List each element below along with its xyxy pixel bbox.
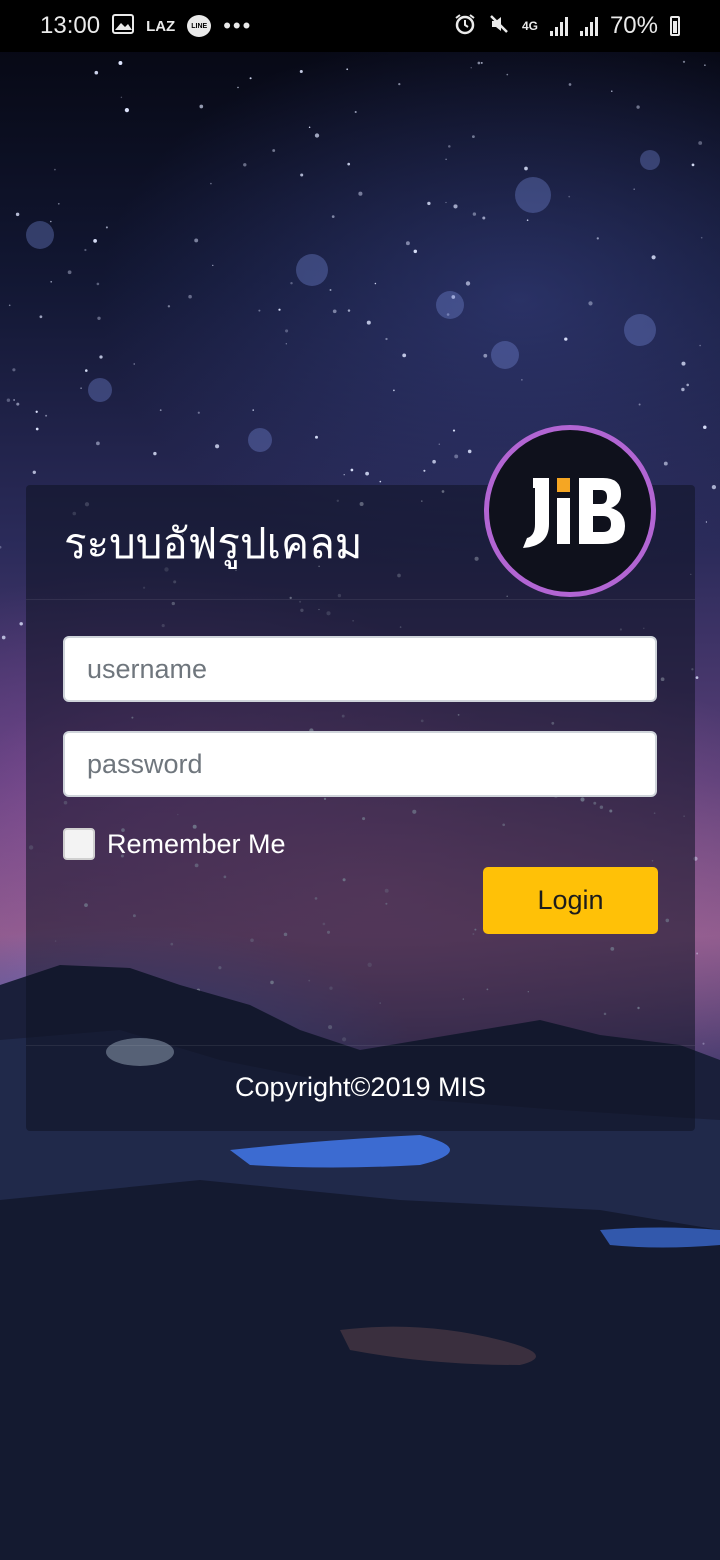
line-icon-label: LINE: [191, 22, 208, 30]
username-input[interactable]: [63, 636, 657, 702]
signal-strength-icon-2: [579, 16, 598, 36]
status-time: 13:00: [40, 12, 101, 39]
image-icon: [112, 13, 135, 39]
login-screen: 13:00 LAZ LINE ••• 4G 70% ระบบอัฟรูปเคลม…: [0, 0, 720, 1560]
remember-me-checkbox[interactable]: [63, 828, 95, 860]
status-left: 13:00 LAZ LINE •••: [40, 12, 252, 40]
alarm-icon: [454, 13, 476, 40]
battery-icon: [670, 16, 680, 36]
remember-me-label[interactable]: Remember Me: [107, 829, 286, 860]
copyright-text: Copyright©2019 MIS: [234, 1072, 486, 1102]
more-notifications-icon: •••: [223, 13, 253, 38]
password-input[interactable]: [63, 731, 657, 797]
laz-icon: LAZ: [146, 17, 176, 35]
line-icon: LINE: [187, 15, 212, 37]
status-right: 4G 70%: [454, 12, 680, 40]
login-button[interactable]: Login: [483, 867, 658, 934]
page-title: ระบบอัฟรูปเคลม: [64, 519, 363, 568]
signal-strength-icon: [549, 16, 568, 36]
jib-logo: [484, 425, 656, 597]
battery-percent: 70%: [609, 12, 658, 39]
status-bar: 13:00 LAZ LINE ••• 4G 70%: [0, 0, 720, 52]
network-4g-icon: 4G: [521, 19, 538, 33]
mute-icon: [488, 13, 510, 40]
jib-logo-mark: [523, 478, 625, 548]
panel-footer: Copyright©2019 MIS: [26, 1045, 695, 1132]
remember-me[interactable]: Remember Me: [63, 828, 286, 860]
